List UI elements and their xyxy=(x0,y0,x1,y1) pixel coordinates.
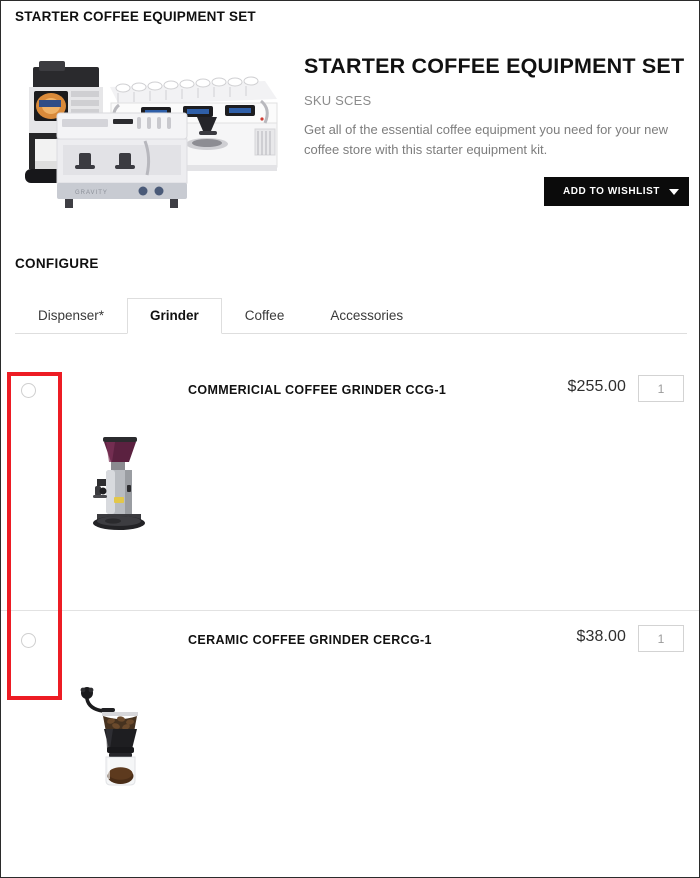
option-name: CERAMIC COFFEE GRINDER CERCG-1 xyxy=(188,633,432,647)
product-title: STARTER COFFEE EQUIPMENT SET xyxy=(304,54,685,78)
option-radio-commericial-coffee-grinder-ccg-1[interactable] xyxy=(21,383,36,398)
product-sku: SKU SCES xyxy=(304,92,372,108)
option-row: CERAMIC COFFEE GRINDER CERCG-1 $38.00 xyxy=(1,611,699,861)
svg-text:GRAVITY: GRAVITY xyxy=(75,190,108,196)
product-info: STARTER COFFEE EQUIPMENT SET SKU SCES Ge… xyxy=(304,54,689,160)
option-quantity-input[interactable] xyxy=(638,375,684,402)
option-row: COMMERICIAL COFFEE GRINDER CCG-1 $255.00 xyxy=(1,361,699,611)
product-description: Get all of the essential coffee equipmen… xyxy=(304,121,668,157)
tab-dispenser[interactable]: Dispenser* xyxy=(15,299,127,333)
ceramic-hand-coffee-grinder-illustration xyxy=(80,687,138,786)
option-price: $38.00 xyxy=(576,628,626,645)
product-hero: GRAVITY STARTER COFFEE EQUIPMENT SET SKU… xyxy=(1,37,699,237)
tab-grinder[interactable]: Grinder xyxy=(127,297,222,334)
configure-heading: CONFIGURE xyxy=(15,256,99,271)
add-to-wishlist-button[interactable]: ADD TO WISHLIST xyxy=(544,177,689,206)
breadcrumb: STARTER COFFEE EQUIPMENT SET xyxy=(15,9,256,24)
option-name: COMMERICIAL COFFEE GRINDER CCG-1 xyxy=(188,383,447,397)
add-to-wishlist-label: ADD TO WISHLIST xyxy=(563,186,660,197)
tab-accessories[interactable]: Accessories xyxy=(307,299,426,333)
chevron-down-icon[interactable] xyxy=(669,188,679,195)
configure-tabs: Dispenser* Grinder Coffee Accessories xyxy=(15,297,687,334)
option-image-ceramic-grinder xyxy=(73,679,169,799)
option-quantity-input[interactable] xyxy=(638,625,684,652)
product-hero-image: GRAVITY xyxy=(15,53,291,218)
product-configurator-page: STARTER COFFEE EQUIPMENT SET GRAVITY STA… xyxy=(0,0,700,878)
coffee-equipment-set-illustration: GRAVITY xyxy=(25,61,278,208)
option-image-commercial-grinder xyxy=(73,429,169,549)
tab-coffee[interactable]: Coffee xyxy=(222,299,308,333)
commercial-coffee-grinder-illustration xyxy=(93,437,145,530)
option-price: $255.00 xyxy=(567,378,626,395)
option-radio-ceramic-coffee-grinder-cercg-1[interactable] xyxy=(21,633,36,648)
option-list: COMMERICIAL COFFEE GRINDER CCG-1 $255.00 xyxy=(1,361,699,861)
